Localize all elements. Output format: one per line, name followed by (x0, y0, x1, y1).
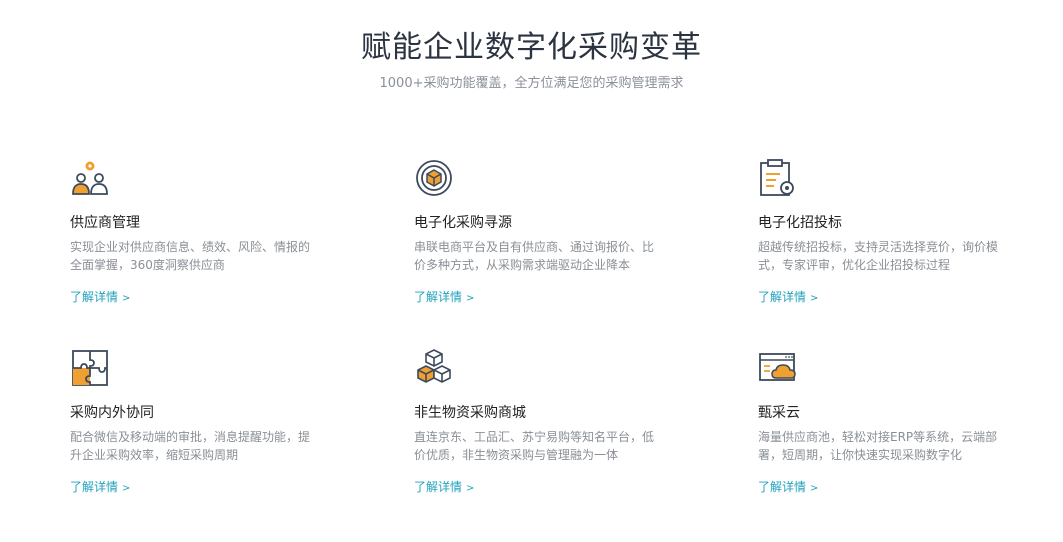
card-title: 采购内外协同 (70, 405, 154, 421)
puzzle-collaboration-icon (70, 348, 110, 388)
link-label: 了解详情 (758, 290, 807, 304)
cubes-mall-icon (414, 348, 454, 388)
e-bidding-icon (758, 158, 798, 198)
card-title: 电子化采购寻源 (414, 215, 512, 231)
link-label: 了解详情 (70, 290, 119, 304)
feature-card-e-sourcing: 电子化采购寻源 串联电商平台及自有供应商、通过询报价、比价多种方式，从采购需求端… (414, 158, 664, 318)
feature-card-collaboration: 采购内外协同 配合微信及移动端的审批，消息提醒功能，提升企业采购效率，缩短采购周… (70, 348, 320, 508)
cloud-icon (758, 348, 798, 388)
card-title: 供应商管理 (70, 215, 140, 231)
learn-more-link-e-bidding[interactable]: 了解详情 > (758, 288, 818, 305)
feature-card-supplier-management: 供应商管理 实现企业对供应商信息、绩效、风险、情报的全面掌握，360度洞察供应商… (70, 158, 320, 318)
card-title: 电子化招投标 (758, 215, 842, 231)
supplier-management-icon (70, 158, 110, 198)
card-description: 直连京东、工品汇、苏宁易购等知名平台，低价优质，非生物资采购与管理融为一体 (414, 430, 655, 462)
learn-more-link-e-sourcing[interactable]: 了解详情 > (414, 288, 474, 305)
link-label: 了解详情 (414, 290, 463, 304)
chevron-right-icon: > (466, 293, 475, 304)
card-description: 串联电商平台及自有供应商、通过询报价、比价多种方式，从采购需求端驱动企业降本 (414, 240, 655, 272)
learn-more-link-collaboration[interactable]: 了解详情 > (70, 478, 130, 495)
chevron-right-icon: > (810, 293, 819, 304)
card-title: 甄采云 (758, 405, 800, 421)
learn-more-link-mall[interactable]: 了解详情 > (414, 478, 474, 495)
card-description: 实现企业对供应商信息、绩效、风险、情报的全面掌握，360度洞察供应商 (70, 240, 311, 272)
chevron-right-icon: > (466, 483, 475, 494)
learn-more-link-cloud[interactable]: 了解详情 > (758, 478, 818, 495)
chevron-right-icon: > (122, 483, 131, 494)
card-description: 超越传统招投标，支持灵活选择竞价，询价模式，专家评审，优化企业招投标过程 (758, 240, 999, 272)
feature-card-e-bidding: 电子化招投标 超越传统招投标，支持灵活选择竞价，询价模式，专家评审，优化企业招投… (758, 158, 1008, 318)
feature-card-cloud: 甄采云 海量供应商池，轻松对接ERP等系统，云端部署，短周期，让你快速实现采购数… (758, 348, 1008, 508)
page-title: 赋能企业数字化采购变革 (361, 30, 702, 65)
link-label: 了解详情 (70, 480, 119, 494)
e-sourcing-icon (414, 158, 454, 198)
chevron-right-icon: > (810, 483, 819, 494)
card-title: 非生物资采购商城 (414, 405, 526, 421)
link-label: 了解详情 (414, 480, 463, 494)
link-label: 了解详情 (758, 480, 807, 494)
page-subtitle: 1000+采购功能覆盖，全方位满足您的采购管理需求 (379, 76, 684, 91)
feature-card-mall: 非生物资采购商城 直连京东、工品汇、苏宁易购等知名平台，低价优质，非生物资采购与… (414, 348, 664, 508)
chevron-right-icon: > (122, 293, 131, 304)
learn-more-link-supplier-management[interactable]: 了解详情 > (70, 288, 130, 305)
card-description: 配合微信及移动端的审批，消息提醒功能，提升企业采购效率，缩短采购周期 (70, 430, 311, 462)
card-description: 海量供应商池，轻松对接ERP等系统，云端部署，短周期，让你快速实现采购数字化 (758, 430, 998, 462)
